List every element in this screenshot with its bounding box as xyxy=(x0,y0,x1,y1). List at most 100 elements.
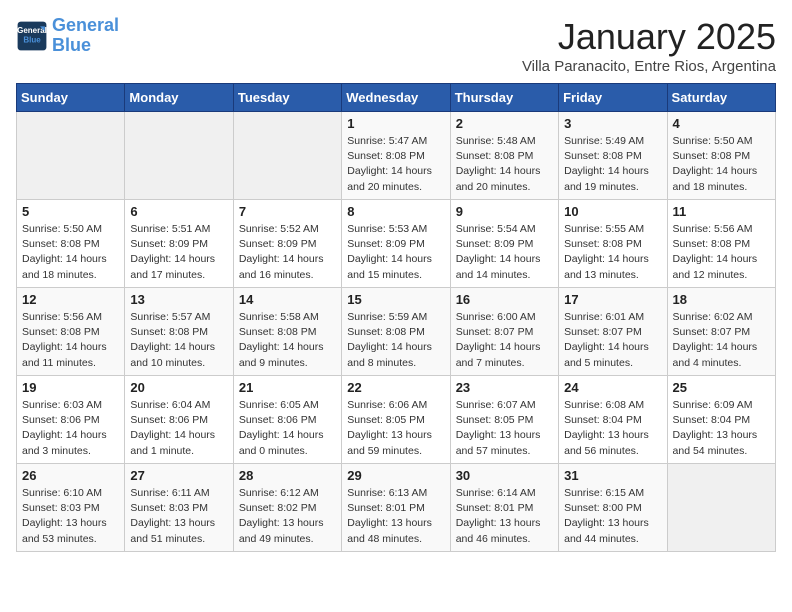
calendar-cell: 9 Sunrise: 5:54 AMSunset: 8:09 PMDaylight… xyxy=(450,200,558,288)
calendar-cell: 12Sunrise: 5:56 AMSunset: 8:08 PMDayligh… xyxy=(17,288,125,376)
logo-line2: Blue xyxy=(52,35,91,55)
day-number: 8 xyxy=(347,204,444,219)
day-number: 20 xyxy=(130,380,227,395)
day-info: Sunrise: 5:59 AMSunset: 8:08 PMDaylight:… xyxy=(347,310,444,371)
calendar-cell: 4Sunrise: 5:50 AMSunset: 8:08 PMDaylight… xyxy=(667,112,775,200)
day-number: 21 xyxy=(239,380,336,395)
day-info: Sunrise: 6:10 AMSunset: 8:03 PMDaylight:… xyxy=(22,486,119,547)
calendar-cell: 19 Sunrise: 6:03 AMSunset: 8:06 PMDayligh… xyxy=(17,376,125,464)
day-info: Sunrise: 5:53 AMSunset: 8:09 PMDaylight:… xyxy=(347,222,444,283)
day-number: 13 xyxy=(130,292,227,307)
day-info: Sunrise: 5:52 AMSunset: 8:09 PMDaylight:… xyxy=(239,222,336,283)
calendar-cell: 14 Sunrise: 5:58 AMSunset: 8:08 PMDayligh… xyxy=(233,288,341,376)
day-info: Sunrise: 5:48 AMSunset: 8:08 PMDaylight:… xyxy=(456,134,553,195)
week-row-3: 12Sunrise: 5:56 AMSunset: 8:08 PMDayligh… xyxy=(17,288,776,376)
calendar-cell: 21 Sunrise: 6:05 AMSunset: 8:06 PMDayligh… xyxy=(233,376,341,464)
day-info: Sunrise: 5:58 AMSunset: 8:08 PMDaylight:… xyxy=(239,310,336,371)
day-info: Sunrise: 5:54 AMSunset: 8:09 PMDaylight:… xyxy=(456,222,553,283)
header-monday: Monday xyxy=(125,84,233,112)
calendar-cell: 7 Sunrise: 5:52 AMSunset: 8:09 PMDaylight… xyxy=(233,200,341,288)
day-info: Sunrise: 6:04 AMSunset: 8:06 PMDaylight:… xyxy=(130,398,227,459)
day-info: Sunrise: 6:05 AMSunset: 8:06 PMDaylight:… xyxy=(239,398,336,459)
page-header: General Blue General Blue January 2025 V… xyxy=(16,16,776,75)
day-info: Sunrise: 5:47 AMSunset: 8:08 PMDaylight:… xyxy=(347,134,444,195)
header-row: SundayMondayTuesdayWednesdayThursdayFrid… xyxy=(17,84,776,112)
day-info: Sunrise: 6:11 AMSunset: 8:03 PMDaylight:… xyxy=(130,486,227,547)
month-title: January 2025 xyxy=(522,16,776,58)
header-wednesday: Wednesday xyxy=(342,84,450,112)
day-number: 26 xyxy=(22,468,119,483)
week-row-2: 5 Sunrise: 5:50 AMSunset: 8:08 PMDaylight… xyxy=(17,200,776,288)
day-info: Sunrise: 5:56 AMSunset: 8:08 PMDaylight:… xyxy=(673,222,770,283)
day-number: 22 xyxy=(347,380,444,395)
logo-line1: General xyxy=(52,15,119,35)
day-number: 18 xyxy=(673,292,770,307)
day-info: Sunrise: 6:03 AMSunset: 8:06 PMDaylight:… xyxy=(22,398,119,459)
day-number: 7 xyxy=(239,204,336,219)
header-thursday: Thursday xyxy=(450,84,558,112)
calendar-cell: 13 Sunrise: 5:57 AMSunset: 8:08 PMDayligh… xyxy=(125,288,233,376)
calendar-cell: 22 Sunrise: 6:06 AMSunset: 8:05 PMDayligh… xyxy=(342,376,450,464)
calendar-cell: 26 Sunrise: 6:10 AMSunset: 8:03 PMDayligh… xyxy=(17,464,125,552)
calendar-cell xyxy=(667,464,775,552)
calendar-cell: 11 Sunrise: 5:56 AMSunset: 8:08 PMDayligh… xyxy=(667,200,775,288)
day-info: Sunrise: 5:50 AMSunset: 8:08 PMDaylight:… xyxy=(673,134,770,195)
day-number: 2 xyxy=(456,116,553,131)
day-number: 6 xyxy=(130,204,227,219)
location-subtitle: Villa Paranacito, Entre Rios, Argentina xyxy=(522,58,776,75)
calendar-cell xyxy=(17,112,125,200)
day-number: 12 xyxy=(22,292,119,307)
calendar-cell xyxy=(233,112,341,200)
day-info: Sunrise: 6:00 AMSunset: 8:07 PMDaylight:… xyxy=(456,310,553,371)
logo-icon: General Blue xyxy=(16,20,48,52)
day-info: Sunrise: 6:13 AMSunset: 8:01 PMDaylight:… xyxy=(347,486,444,547)
calendar-cell: 23Sunrise: 6:07 AMSunset: 8:05 PMDayligh… xyxy=(450,376,558,464)
calendar-cell: 1 Sunrise: 5:47 AMSunset: 8:08 PMDaylight… xyxy=(342,112,450,200)
day-info: Sunrise: 6:08 AMSunset: 8:04 PMDaylight:… xyxy=(564,398,661,459)
day-info: Sunrise: 6:06 AMSunset: 8:05 PMDaylight:… xyxy=(347,398,444,459)
day-number: 17 xyxy=(564,292,661,307)
calendar-cell: 20 Sunrise: 6:04 AMSunset: 8:06 PMDayligh… xyxy=(125,376,233,464)
svg-text:Blue: Blue xyxy=(23,35,41,44)
header-friday: Friday xyxy=(559,84,667,112)
header-saturday: Saturday xyxy=(667,84,775,112)
calendar-cell: 15 Sunrise: 5:59 AMSunset: 8:08 PMDayligh… xyxy=(342,288,450,376)
day-info: Sunrise: 6:09 AMSunset: 8:04 PMDaylight:… xyxy=(673,398,770,459)
calendar-cell: 24Sunrise: 6:08 AMSunset: 8:04 PMDayligh… xyxy=(559,376,667,464)
calendar-cell: 6Sunrise: 5:51 AMSunset: 8:09 PMDaylight… xyxy=(125,200,233,288)
day-number: 9 xyxy=(456,204,553,219)
calendar-cell: 30Sunrise: 6:14 AMSunset: 8:01 PMDayligh… xyxy=(450,464,558,552)
calendar-cell: 28Sunrise: 6:12 AMSunset: 8:02 PMDayligh… xyxy=(233,464,341,552)
day-number: 5 xyxy=(22,204,119,219)
day-info: Sunrise: 5:57 AMSunset: 8:08 PMDaylight:… xyxy=(130,310,227,371)
day-info: Sunrise: 6:15 AMSunset: 8:00 PMDaylight:… xyxy=(564,486,661,547)
day-info: Sunrise: 5:55 AMSunset: 8:08 PMDaylight:… xyxy=(564,222,661,283)
day-number: 10 xyxy=(564,204,661,219)
day-number: 11 xyxy=(673,204,770,219)
calendar-cell: 17 Sunrise: 6:01 AMSunset: 8:07 PMDayligh… xyxy=(559,288,667,376)
calendar-cell: 25 Sunrise: 6:09 AMSunset: 8:04 PMDayligh… xyxy=(667,376,775,464)
calendar-cell: 31Sunrise: 6:15 AMSunset: 8:00 PMDayligh… xyxy=(559,464,667,552)
day-info: Sunrise: 6:01 AMSunset: 8:07 PMDaylight:… xyxy=(564,310,661,371)
day-number: 19 xyxy=(22,380,119,395)
day-number: 1 xyxy=(347,116,444,131)
day-number: 28 xyxy=(239,468,336,483)
day-info: Sunrise: 5:49 AMSunset: 8:08 PMDaylight:… xyxy=(564,134,661,195)
calendar-cell: 16 Sunrise: 6:00 AMSunset: 8:07 PMDayligh… xyxy=(450,288,558,376)
day-number: 16 xyxy=(456,292,553,307)
day-number: 25 xyxy=(673,380,770,395)
week-row-1: 1 Sunrise: 5:47 AMSunset: 8:08 PMDaylight… xyxy=(17,112,776,200)
calendar-cell: 5 Sunrise: 5:50 AMSunset: 8:08 PMDaylight… xyxy=(17,200,125,288)
calendar-cell: 29 Sunrise: 6:13 AMSunset: 8:01 PMDayligh… xyxy=(342,464,450,552)
title-block: January 2025 Villa Paranacito, Entre Rio… xyxy=(522,16,776,75)
day-info: Sunrise: 6:02 AMSunset: 8:07 PMDaylight:… xyxy=(673,310,770,371)
calendar-cell: 18 Sunrise: 6:02 AMSunset: 8:07 PMDayligh… xyxy=(667,288,775,376)
week-row-5: 26 Sunrise: 6:10 AMSunset: 8:03 PMDayligh… xyxy=(17,464,776,552)
calendar-cell: 8 Sunrise: 5:53 AMSunset: 8:09 PMDaylight… xyxy=(342,200,450,288)
day-number: 29 xyxy=(347,468,444,483)
day-number: 15 xyxy=(347,292,444,307)
calendar-table: SundayMondayTuesdayWednesdayThursdayFrid… xyxy=(16,83,776,552)
day-number: 14 xyxy=(239,292,336,307)
day-info: Sunrise: 5:50 AMSunset: 8:08 PMDaylight:… xyxy=(22,222,119,283)
header-sunday: Sunday xyxy=(17,84,125,112)
